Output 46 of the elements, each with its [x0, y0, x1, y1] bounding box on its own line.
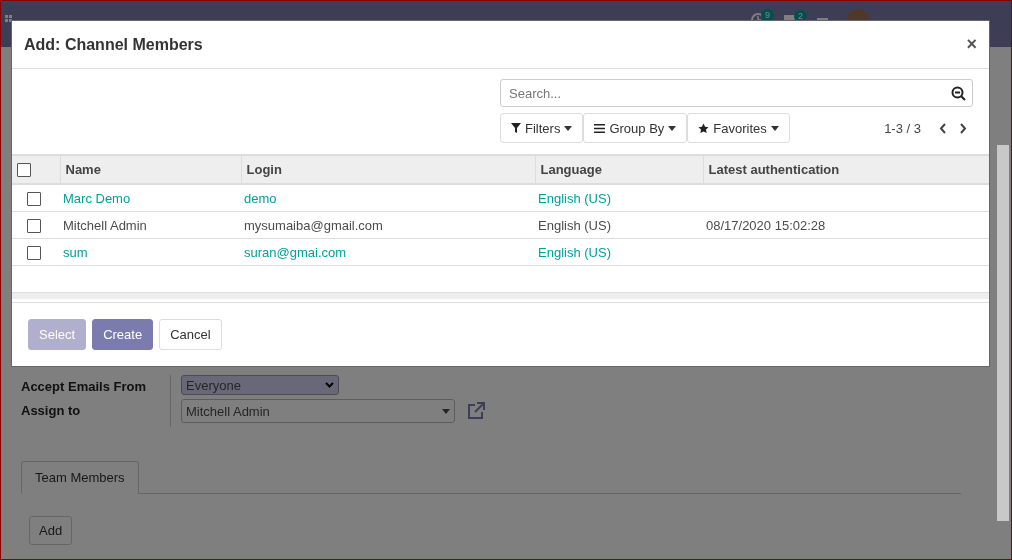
table-cell: Mitchell Admin — [63, 217, 147, 233]
scrollbar[interactable] — [997, 145, 1009, 521]
close-button[interactable]: × — [966, 34, 977, 55]
column-header[interactable]: Login — [241, 155, 535, 184]
apps-icon[interactable] — [5, 15, 15, 25]
table-cell: English (US) — [538, 217, 611, 233]
table-cell: sum — [63, 244, 88, 260]
table-cell: Marc Demo — [63, 190, 131, 206]
table-cell: suran@gmai.com — [244, 244, 347, 260]
filter-icon — [511, 123, 521, 133]
tab[interactable]: Team Members — [21, 461, 139, 494]
field-label: Accept Emails From — [21, 375, 171, 399]
caret-icon — [668, 125, 677, 131]
chevron-right-icon — [959, 122, 967, 134]
search-field[interactable]: Search... — [500, 79, 973, 107]
table-cell: English (US) — [538, 190, 611, 206]
chevron-left-icon — [939, 122, 947, 134]
caret-icon — [442, 408, 450, 414]
search-icon[interactable] — [951, 85, 966, 101]
chevron-icon — [325, 382, 334, 388]
dialog-button[interactable]: Cancel — [159, 319, 222, 350]
table-cell: demo — [244, 190, 277, 206]
checkbox[interactable] — [27, 245, 41, 260]
field-label: Assign to — [21, 399, 171, 427]
star-icon — [698, 122, 710, 134]
filter-dropdown[interactable]: Favorites — [687, 113, 790, 143]
dialog-button[interactable]: Create — [92, 319, 154, 350]
table-cell: mysumaiba@gmail.com — [244, 217, 383, 233]
column-header[interactable]: Latest authentication — [703, 155, 989, 184]
external-link-icon[interactable] — [467, 402, 485, 420]
table-cell: English (US) — [538, 244, 611, 260]
checkbox[interactable] — [27, 191, 41, 206]
column-header[interactable]: Name — [60, 155, 241, 184]
pager: 1-3 / 3 — [884, 120, 921, 136]
filter-dropdown[interactable]: Filters — [500, 113, 584, 143]
checkbox[interactable] — [27, 218, 41, 233]
table-cell: 08/17/2020 15:02:28 — [706, 217, 826, 233]
assign-field[interactable]: Mitchell Admin — [181, 399, 455, 423]
dialog-title: Add: Channel Members — [24, 35, 203, 54]
caret-icon — [770, 125, 779, 131]
add-button[interactable]: Add — [29, 516, 73, 545]
checkbox[interactable] — [17, 163, 31, 178]
column-header[interactable]: Language — [535, 155, 703, 184]
menu-icon — [594, 123, 606, 133]
caret-icon — [564, 125, 573, 131]
filter-dropdown[interactable]: Group By — [583, 113, 688, 143]
